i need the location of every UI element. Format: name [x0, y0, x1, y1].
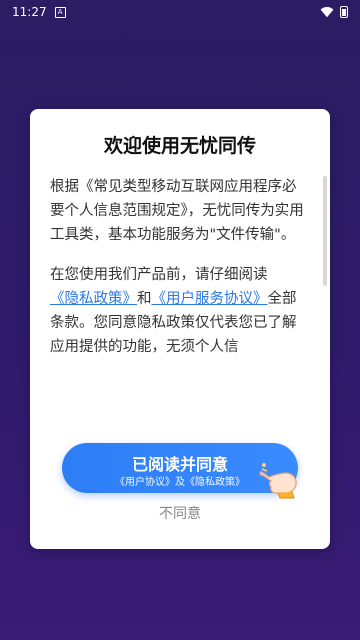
paragraph-2-and: 和 [137, 291, 152, 307]
policy-paragraph-2: 在您使用我们产品前，请仔细阅读 《隐私政策》和《用户服务协议》全部条款。您同意隐私… [50, 263, 308, 359]
privacy-dialog: 欢迎使用无忧同传 根据《常见类型移动互联网应用程序必要个人信息范围规定》，无忧同… [30, 109, 330, 549]
status-bar: 11:27 A [0, 0, 360, 24]
wifi-icon [320, 7, 334, 18]
paragraph-2-intro: 在您使用我们产品前，请仔细阅读 [50, 267, 268, 283]
privacy-policy-link[interactable]: 《隐私政策》 [50, 291, 137, 307]
battery-icon [340, 6, 348, 18]
status-left: 11:27 A [12, 5, 66, 19]
content-scrollbar[interactable] [323, 176, 327, 286]
user-agreement-link[interactable]: 《用户服务协议》 [152, 291, 268, 307]
disagree-button[interactable]: 不同意 [30, 503, 330, 523]
pointing-hand-icon [259, 463, 297, 499]
notification-icon: A [54, 6, 66, 18]
policy-paragraph-1: 根据《常见类型移动互联网应用程序必要个人信息范围规定》，无忧同传为实用工具类，基… [50, 179, 304, 243]
dialog-title: 欢迎使用无忧同传 [103, 135, 256, 157]
content-fade [50, 373, 308, 403]
status-right [320, 5, 348, 19]
policy-content[interactable]: 根据《常见类型移动互联网应用程序必要个人信息范围规定》，无忧同传为实用工具类，基… [50, 175, 308, 401]
status-time: 11:27 [12, 5, 47, 19]
